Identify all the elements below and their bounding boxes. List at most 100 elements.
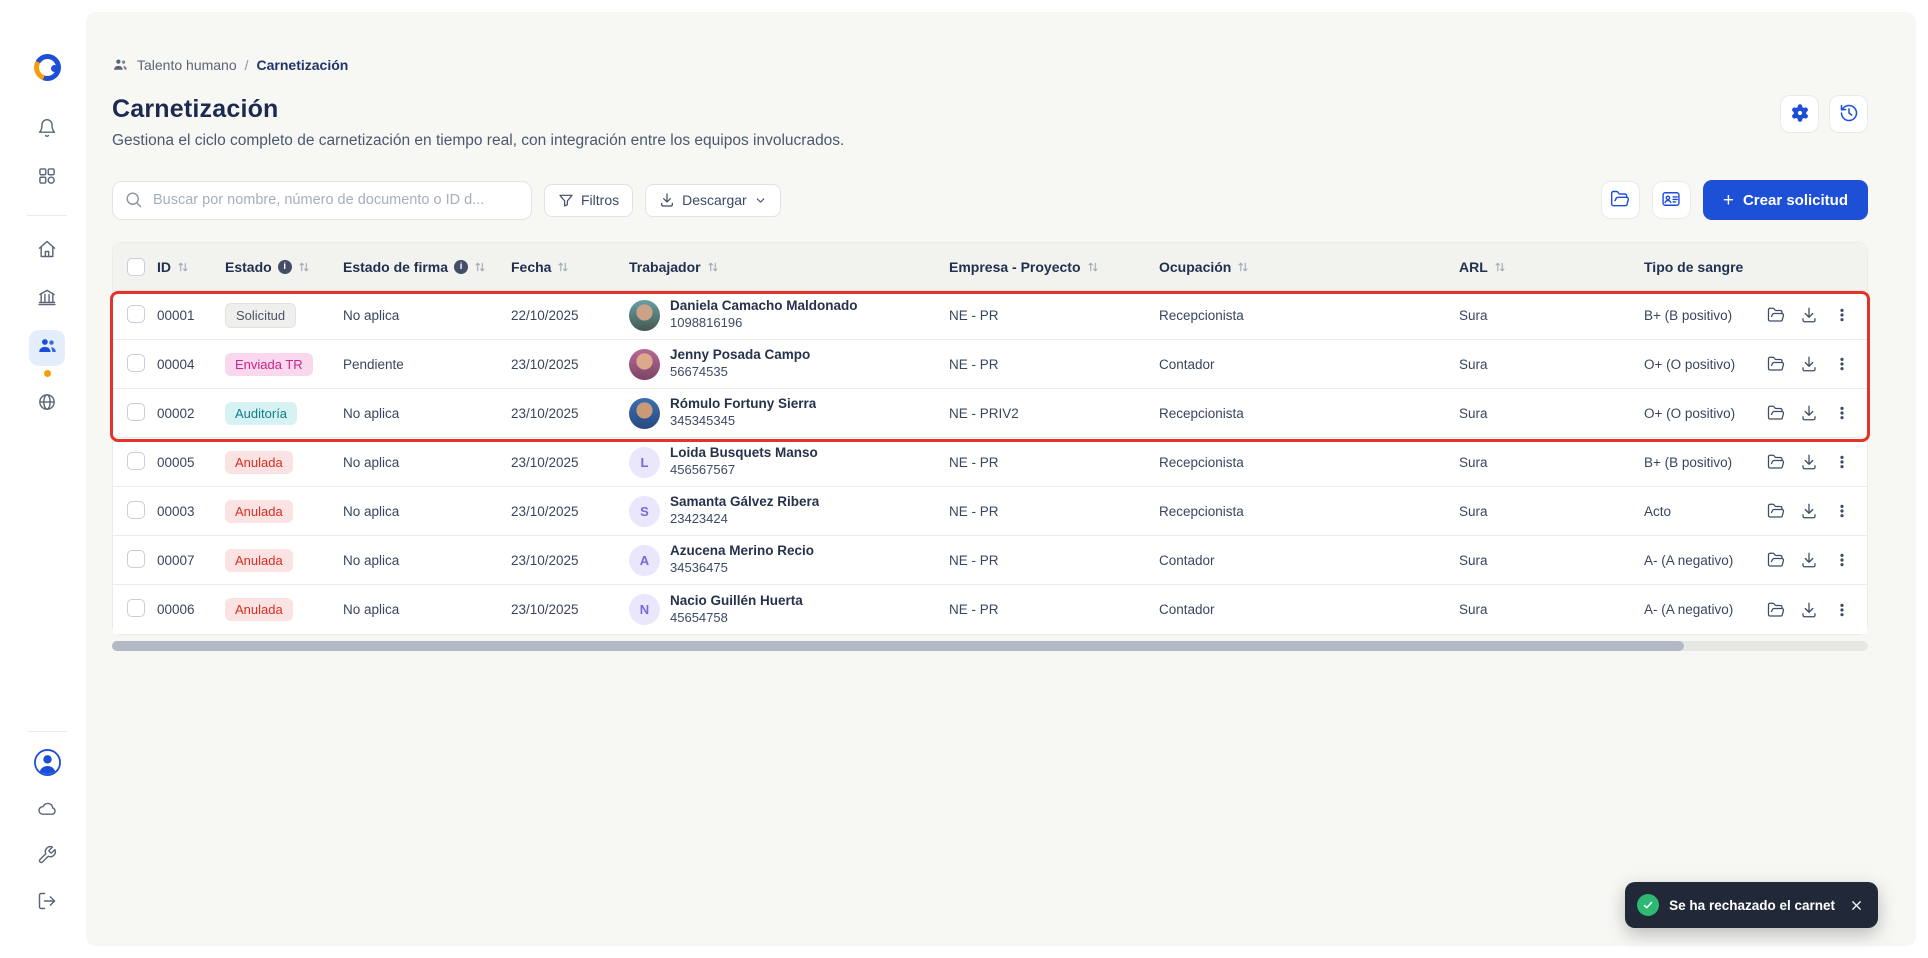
cloud-sync-button[interactable] xyxy=(29,792,65,828)
sort-icon[interactable] xyxy=(707,261,719,273)
sort-icon[interactable] xyxy=(298,261,310,273)
column-label-firma: Estado de firma xyxy=(343,259,448,275)
sidebar-item-company[interactable] xyxy=(29,280,65,316)
breadcrumb-current[interactable]: Carnetización xyxy=(257,57,349,73)
scrollbar-thumb[interactable] xyxy=(112,641,1684,651)
sidebar-item-globe[interactable] xyxy=(29,385,65,421)
row-checkbox[interactable] xyxy=(127,599,145,617)
tools-wrench-button[interactable] xyxy=(29,838,65,874)
row-folder-button[interactable] xyxy=(1762,350,1789,378)
row-folder-button[interactable] xyxy=(1762,546,1789,574)
status-badge: Anulada xyxy=(225,451,293,474)
sidebar-item-people[interactable] xyxy=(29,330,65,377)
download-button[interactable]: Descargar xyxy=(645,184,781,217)
breadcrumb-section[interactable]: Talento humano xyxy=(137,57,237,73)
column-header-arl[interactable]: ARL xyxy=(1459,259,1644,275)
sort-icon[interactable] xyxy=(1494,261,1506,273)
sidebar-item-people-active-bg[interactable] xyxy=(29,330,65,366)
row-checkbox[interactable] xyxy=(127,550,145,568)
toast-close-button[interactable] xyxy=(1849,898,1864,913)
sort-icon[interactable] xyxy=(474,261,486,273)
cell-id: 00004 xyxy=(157,357,225,372)
table-row[interactable]: 00005 Anulada No aplica 23/10/2025 L Loi… xyxy=(113,438,1867,487)
cell-ocupacion: Recepcionista xyxy=(1159,406,1459,421)
row-checkbox[interactable] xyxy=(127,501,145,519)
sort-icon[interactable] xyxy=(1237,261,1249,273)
row-menu-button[interactable] xyxy=(1828,399,1855,427)
search-box xyxy=(112,181,532,220)
worker-avatar xyxy=(629,398,660,429)
horizontal-scrollbar[interactable] xyxy=(112,641,1868,651)
cell-ocupacion: Contador xyxy=(1159,357,1459,372)
info-icon[interactable]: i xyxy=(278,260,292,274)
row-download-button[interactable] xyxy=(1795,301,1822,329)
row-checkbox[interactable] xyxy=(127,354,145,372)
id-card-icon xyxy=(1661,189,1681,212)
column-header-fecha[interactable]: Fecha xyxy=(511,259,629,275)
plus-icon: + xyxy=(1723,191,1734,210)
column-header-empresa[interactable]: Empresa - Proyecto xyxy=(949,259,1159,275)
worker-name: Azucena Merino Recio xyxy=(670,543,814,560)
cell-estado-firma: No aplica xyxy=(343,602,511,617)
create-request-button[interactable]: + Crear solicitud xyxy=(1703,180,1868,220)
row-menu-button[interactable] xyxy=(1828,497,1855,525)
row-folder-button[interactable] xyxy=(1762,301,1789,329)
filters-button[interactable]: Filtros xyxy=(544,184,633,217)
column-header-id[interactable]: ID xyxy=(157,259,225,275)
row-folder-button[interactable] xyxy=(1762,448,1789,476)
column-header-sangre[interactable]: Tipo de sangre xyxy=(1644,259,1762,275)
row-menu-button[interactable] xyxy=(1828,350,1855,378)
settings-button[interactable] xyxy=(1780,95,1819,133)
row-download-button[interactable] xyxy=(1795,497,1822,525)
cell-id: 00002 xyxy=(157,406,225,421)
table-row[interactable]: 00001 Solicitud No aplica 22/10/2025 Dan… xyxy=(113,291,1867,340)
row-folder-button[interactable] xyxy=(1762,497,1789,525)
cell-id: 00003 xyxy=(157,504,225,519)
row-checkbox[interactable] xyxy=(127,403,145,421)
app-logo[interactable] xyxy=(34,54,61,81)
table-row[interactable]: 00004 Enviada TR Pendiente 23/10/2025 Je… xyxy=(113,340,1867,389)
row-checkbox[interactable] xyxy=(127,305,145,323)
sort-icon[interactable] xyxy=(557,261,569,273)
sidebar-item-home[interactable] xyxy=(29,232,65,268)
sidebar xyxy=(19,12,75,946)
column-header-trabajador[interactable]: Trabajador xyxy=(629,259,949,275)
cell-ocupacion: Contador xyxy=(1159,602,1459,617)
row-checkbox[interactable] xyxy=(127,452,145,470)
user-avatar-button[interactable] xyxy=(29,746,65,782)
sort-icon[interactable] xyxy=(177,261,189,273)
row-download-button[interactable] xyxy=(1795,399,1822,427)
table-row[interactable]: 00003 Anulada No aplica 23/10/2025 S Sam… xyxy=(113,487,1867,536)
row-download-button[interactable] xyxy=(1795,448,1822,476)
cell-arl: Sura xyxy=(1459,504,1644,519)
row-menu-button[interactable] xyxy=(1828,301,1855,329)
apps-menu-button[interactable] xyxy=(29,159,65,195)
select-all-checkbox[interactable] xyxy=(127,258,145,276)
column-header-firma[interactable]: Estado de firma i xyxy=(343,259,511,275)
card-view-button[interactable] xyxy=(1652,181,1691,219)
cell-ocupacion: Recepcionista xyxy=(1159,504,1459,519)
toast-notification: Se ha rechazado el carnet xyxy=(1625,882,1878,928)
table-row[interactable]: 00006 Anulada No aplica 23/10/2025 N Nac… xyxy=(113,585,1867,634)
row-menu-button[interactable] xyxy=(1828,448,1855,476)
table-row[interactable]: 00002 Auditoría No aplica 23/10/2025 Róm… xyxy=(113,389,1867,438)
row-folder-button[interactable] xyxy=(1762,596,1789,624)
row-download-button[interactable] xyxy=(1795,596,1822,624)
info-icon[interactable]: i xyxy=(454,260,468,274)
logout-button[interactable] xyxy=(29,884,65,920)
wrench-icon xyxy=(37,845,57,868)
search-input[interactable] xyxy=(112,181,532,220)
table-row[interactable]: 00007 Anulada No aplica 23/10/2025 A Azu… xyxy=(113,536,1867,585)
folder-view-button[interactable] xyxy=(1601,181,1640,219)
history-button[interactable] xyxy=(1829,95,1868,133)
sort-icon[interactable] xyxy=(1087,261,1099,273)
row-menu-button[interactable] xyxy=(1828,596,1855,624)
row-download-button[interactable] xyxy=(1795,350,1822,378)
row-menu-button[interactable] xyxy=(1828,546,1855,574)
row-folder-button[interactable] xyxy=(1762,399,1789,427)
notifications-bell-button[interactable] xyxy=(29,111,65,147)
column-header-estado[interactable]: Estado i xyxy=(225,259,343,275)
status-badge: Anulada xyxy=(225,500,293,523)
column-header-ocupacion[interactable]: Ocupación xyxy=(1159,259,1459,275)
row-download-button[interactable] xyxy=(1795,546,1822,574)
